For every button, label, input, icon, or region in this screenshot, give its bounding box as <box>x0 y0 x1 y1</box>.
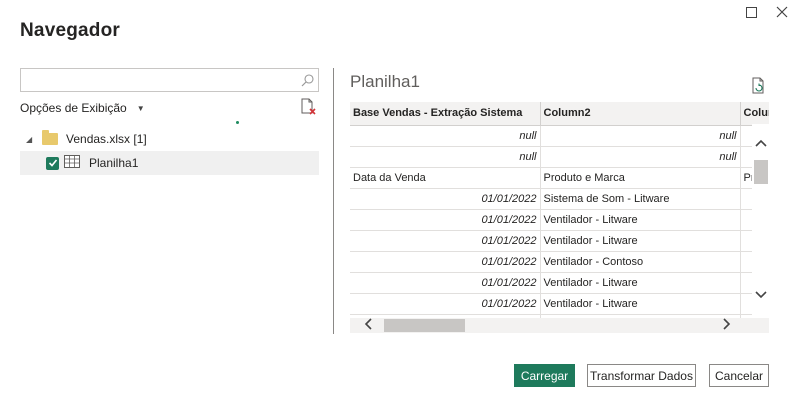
table-cell: 01/01/2022 <box>350 293 541 315</box>
table-cell: Ventilador - Litware <box>540 272 741 294</box>
view-options-dropdown[interactable]: Opções de Exibição ▼ <box>20 101 145 115</box>
chevron-left-icon[interactable] <box>364 317 372 333</box>
checkbox-checked[interactable] <box>46 156 59 170</box>
cancel-button[interactable]: Cancelar <box>709 364 769 387</box>
dialog-title: Navegador <box>20 20 121 41</box>
table-cell: Data da Venda <box>350 167 541 189</box>
table-cell: Ventilador - Contoso <box>540 251 741 273</box>
tree-item-vendas[interactable]: ◢ Vendas.xlsx [1] <box>20 127 319 151</box>
table-cell: null <box>350 146 541 168</box>
table-cell: Ventilador - Litware <box>540 230 741 252</box>
expand-triangle-icon[interactable]: ◢ <box>26 135 36 144</box>
column-header[interactable]: Column3 <box>740 102 769 126</box>
search-icon[interactable] <box>296 69 318 91</box>
table-cell: Produto e Marca <box>540 167 741 189</box>
search-input[interactable] <box>21 69 291 91</box>
table-row: 01/01/2022 Ventilador - Contoso <box>350 251 769 273</box>
table-row: null null <box>350 125 769 147</box>
table-cell: null <box>540 146 741 168</box>
table-row: Data da Venda Produto e Marca Pr <box>350 167 769 189</box>
chevron-down-icon: ▼ <box>136 103 145 113</box>
folder-icon <box>42 130 58 145</box>
search-box[interactable] <box>20 68 319 92</box>
pane-divider[interactable] <box>333 68 334 334</box>
status-dot <box>236 121 239 124</box>
table-row: null null <box>350 146 769 168</box>
table-cell: Ventilador - Litware <box>540 209 741 231</box>
table-cell: 01/01/2022 <box>350 209 541 231</box>
maximize-icon <box>745 6 757 18</box>
refresh-doc-icon <box>301 98 316 115</box>
preview-grid[interactable]: Base Vendas - Extração Sistema Column2 C… <box>350 102 769 333</box>
table-row: 01/01/2022 Ventilador - Litware <box>350 272 769 294</box>
refresh-button[interactable] <box>299 98 319 118</box>
export-preview-button[interactable] <box>751 77 767 99</box>
view-options-label: Opções de Exibição <box>20 101 127 115</box>
table-header-row: Base Vendas - Extração Sistema Column2 C… <box>350 102 769 126</box>
table-cell: 01/01/2022 <box>350 251 541 273</box>
table-row: 01/01/2022 Ventilador - Litware <box>350 293 769 315</box>
table-cell: null <box>350 125 541 147</box>
tree-item-label: Vendas.xlsx [1] <box>66 132 147 146</box>
close-icon <box>776 6 788 18</box>
table-row: 01/01/2022 Sistema de Som - Litware <box>350 188 769 210</box>
table-row: 01/01/2022 Ventilador - Litware <box>350 230 769 252</box>
preview-title: Planilha1 <box>350 72 420 91</box>
checkmark-icon <box>48 159 57 167</box>
table-row: 01/01/2022 Ventilador - Litware <box>350 209 769 231</box>
table-icon <box>64 155 80 171</box>
table-cell: Ventilador - Litware <box>540 293 741 315</box>
chevron-down-icon[interactable] <box>752 286 769 302</box>
chevron-right-icon[interactable] <box>723 317 731 333</box>
table-cell: 01/01/2022 <box>350 230 541 252</box>
table-cell: 01/01/2022 <box>350 188 541 210</box>
load-button[interactable]: Carregar <box>514 364 575 387</box>
vertical-scrollbar[interactable] <box>752 124 769 319</box>
chevron-up-icon[interactable] <box>752 134 769 150</box>
table-cell: 01/01/2022 <box>350 272 541 294</box>
maximize-button[interactable] <box>739 2 763 22</box>
transform-data-button[interactable]: Transformar Dados <box>587 364 696 387</box>
horizontal-scroll-thumb[interactable] <box>384 319 465 332</box>
preview-table: Base Vendas - Extração Sistema Column2 C… <box>350 102 769 333</box>
column-header[interactable]: Column2 <box>540 102 741 126</box>
tree-item-planilha1[interactable]: Planilha1 <box>20 151 319 175</box>
table-cell: null <box>540 125 741 147</box>
horizontal-scrollbar[interactable] <box>350 318 769 333</box>
tree-item-label: Planilha1 <box>89 156 139 170</box>
vertical-scroll-thumb[interactable] <box>754 160 768 184</box>
close-button[interactable] <box>770 2 794 22</box>
column-header[interactable]: Base Vendas - Extração Sistema <box>350 102 541 126</box>
table-cell: Sistema de Som - Litware <box>540 188 741 210</box>
document-refresh-icon <box>752 77 764 94</box>
